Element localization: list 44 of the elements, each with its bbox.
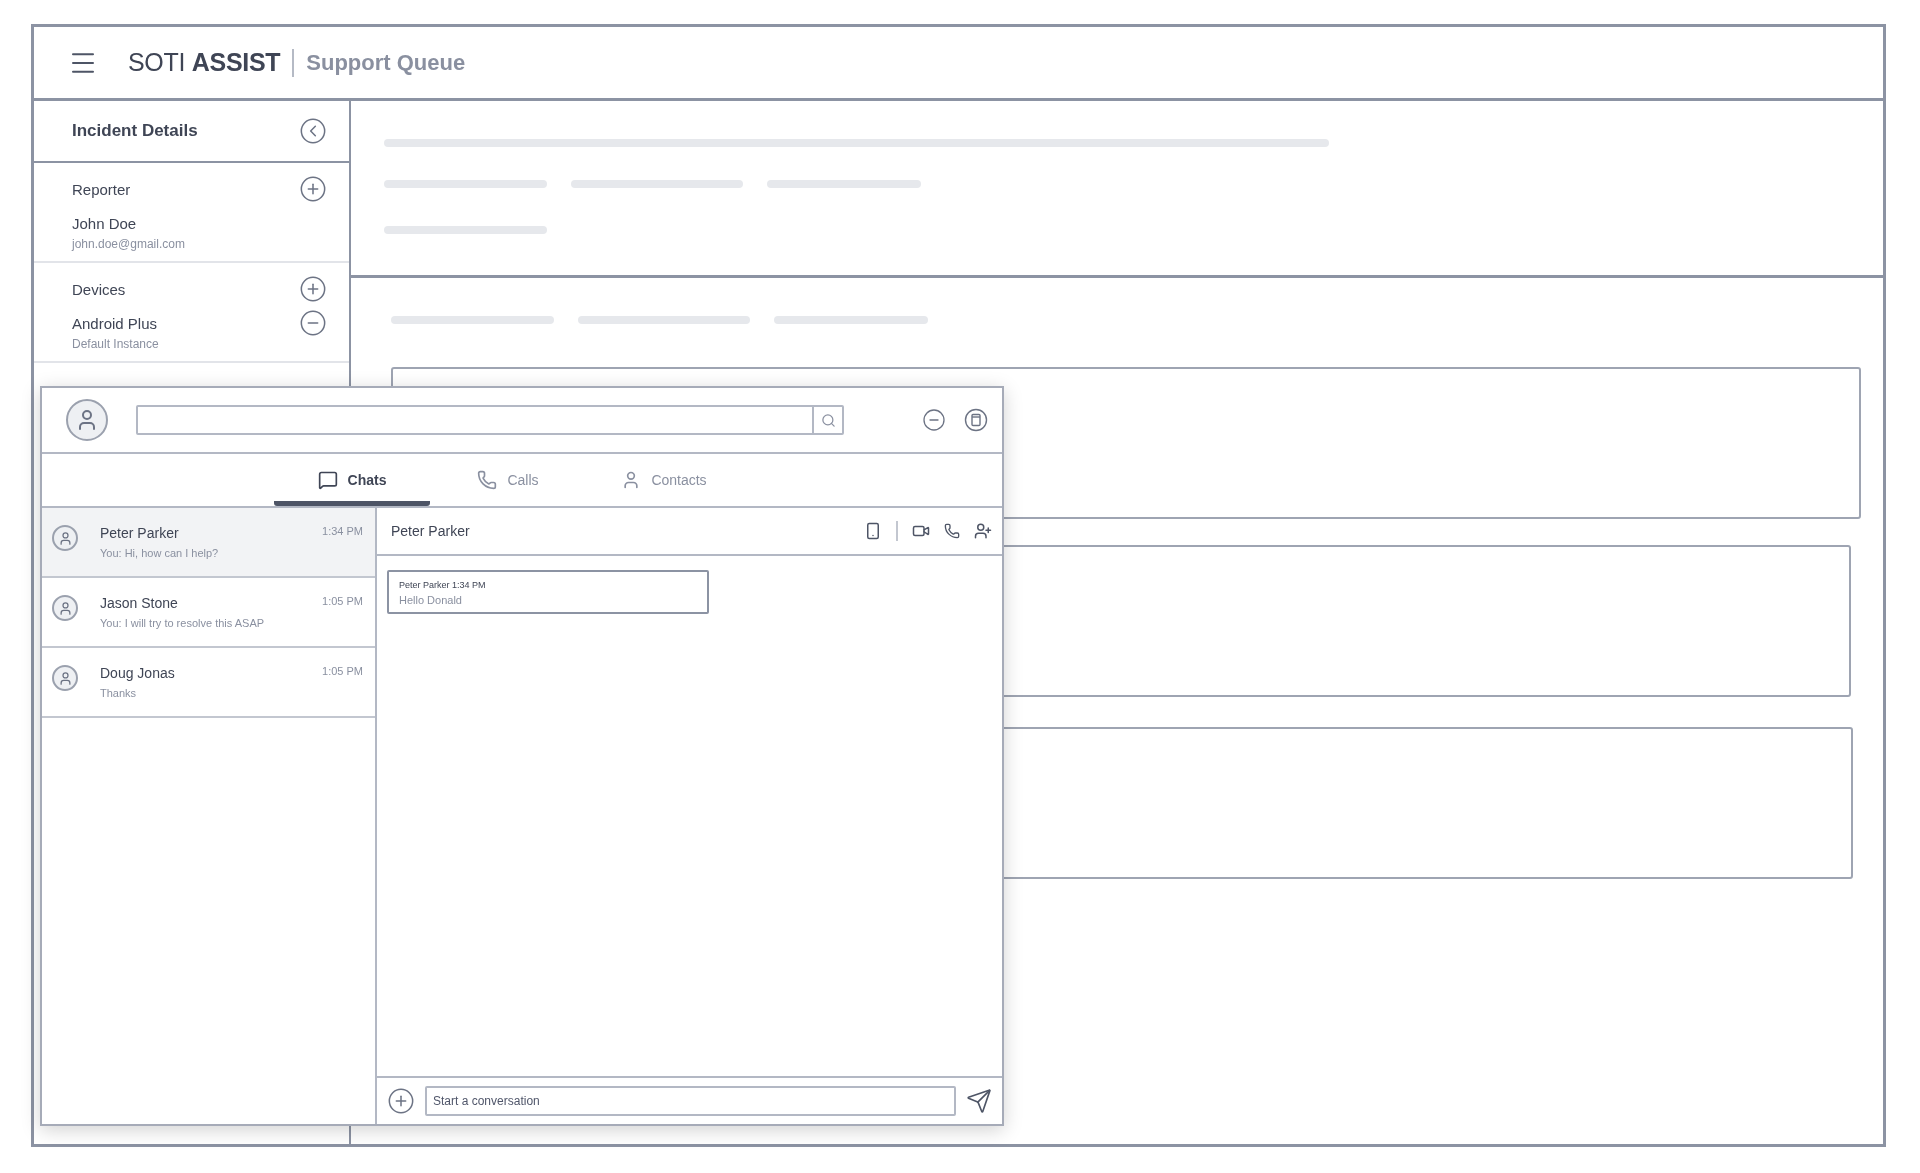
avatar-icon: [52, 595, 78, 621]
message-input[interactable]: Start a conversation: [425, 1086, 956, 1116]
phone-device-icon[interactable]: [864, 522, 882, 540]
search-icon[interactable]: [820, 412, 836, 428]
section-heading: Reporter: [72, 180, 131, 198]
remove-icon[interactable]: [299, 309, 327, 337]
conversation-item[interactable]: Jason Stone 1:05 PM You: I will try to resolve this ASAP: [42, 578, 375, 648]
contact-name: Peter Parker: [100, 525, 180, 541]
page-title: Support Queue: [306, 49, 466, 76]
send-icon[interactable]: [966, 1088, 992, 1114]
speech-bubble-icon: [317, 470, 338, 490]
section-heading: Devices: [72, 280, 126, 298]
conversation-item[interactable]: Doug Jonas 1:05 PM Thanks: [42, 648, 375, 718]
phone-icon: [477, 470, 498, 490]
contact-name: Jason Stone: [100, 595, 179, 611]
panel-title: Incident Details: [72, 121, 198, 141]
message-time: 1:34 PM: [322, 525, 363, 539]
entry-name: Android Plus: [72, 314, 158, 332]
entry-detail: john.doe@gmail.com: [72, 237, 186, 251]
conversation-item[interactable]: Peter Parker 1:34 PM You: Hi, how can I help?: [42, 508, 375, 578]
restore-icon[interactable]: [964, 408, 988, 432]
message-time: 1:05 PM: [322, 595, 363, 609]
contact-name: Doug Jonas: [100, 665, 176, 681]
avatar-icon: [52, 525, 78, 551]
message-meta: Peter Parker 1:34 PM: [399, 580, 487, 590]
message-preview: Thanks: [100, 687, 138, 699]
brand-logo: SOTI ASSIST: [128, 48, 281, 77]
minimize-icon[interactable]: [922, 408, 946, 432]
collapse-icon[interactable]: [299, 117, 327, 145]
message-preview: You: I will try to resolve this ASAP: [100, 617, 266, 629]
add-icon[interactable]: [387, 1087, 415, 1115]
entry-detail: Default Instance: [72, 337, 160, 351]
message-text: Hello Donald: [399, 594, 463, 606]
conversation-title: Peter Parker: [391, 523, 470, 539]
add-icon[interactable]: [299, 275, 327, 303]
phone-icon[interactable]: [944, 523, 960, 539]
add-person-icon[interactable]: [974, 522, 992, 540]
entry-name: John Doe: [72, 214, 137, 232]
message-time: 1:05 PM: [322, 665, 363, 679]
message-preview: You: Hi, how can I help?: [100, 547, 220, 559]
search-field[interactable]: [136, 405, 844, 435]
avatar-icon[interactable]: [66, 399, 108, 441]
avatar-icon: [52, 665, 78, 691]
add-icon[interactable]: [299, 175, 327, 203]
